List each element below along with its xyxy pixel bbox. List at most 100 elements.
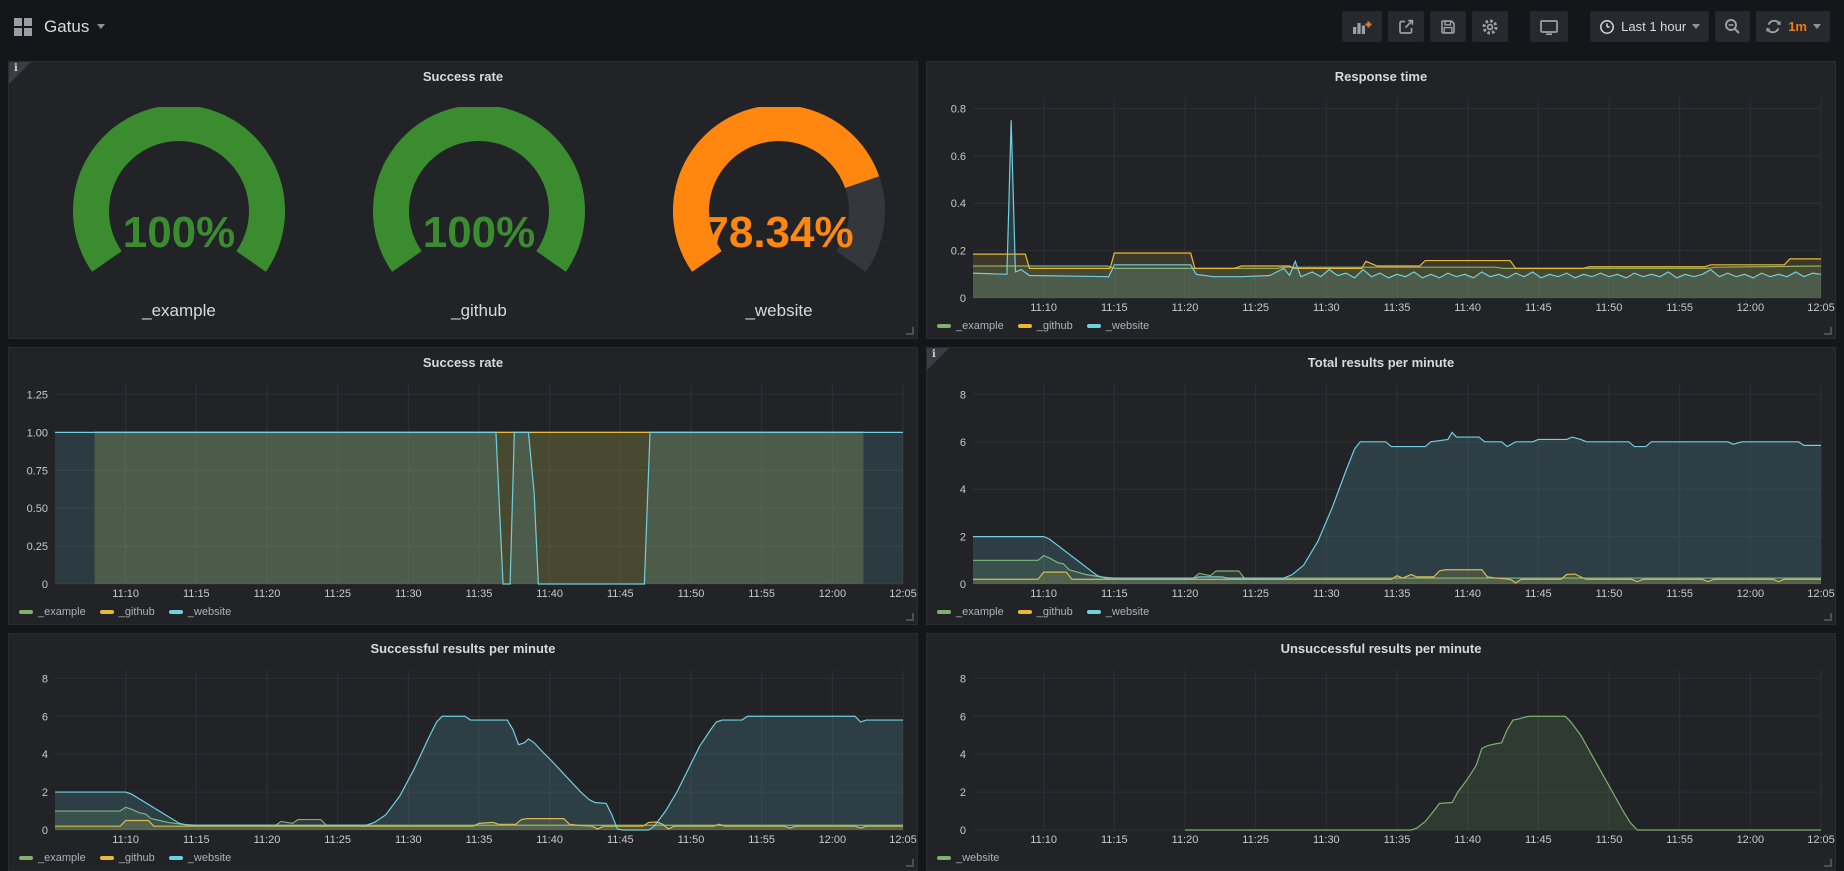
plot-area: 11:1011:1511:2011:2511:3011:3511:4011:45… (9, 662, 917, 848)
panel-title[interactable]: Unsuccessful results per minute (927, 634, 1835, 662)
plot-area: 11:1011:1511:2011:2511:3011:3511:4011:45… (927, 662, 1835, 848)
svg-text:2: 2 (960, 532, 966, 544)
response-time-chart[interactable]: 11:1011:1511:2011:2511:3011:3511:4011:45… (927, 90, 1835, 338)
zoom-out-button[interactable] (1715, 11, 1750, 42)
svg-text:1.00: 1.00 (27, 427, 48, 439)
share-button[interactable] (1388, 11, 1424, 42)
dashboards-menu-icon[interactable] (14, 18, 32, 36)
panel-successful-results: Successful results per minute 11:1011:15… (8, 633, 918, 871)
svg-text:0.75: 0.75 (27, 465, 48, 477)
svg-text:11:30: 11:30 (1313, 302, 1340, 314)
resize-handle-icon[interactable] (906, 327, 914, 335)
time-range-button[interactable]: Last 1 hour (1590, 11, 1709, 42)
chart-legend: _example _github _website (937, 602, 1149, 622)
grid-square (24, 28, 32, 36)
chart-legend: _example _github _website (937, 316, 1149, 336)
legend-swatch (1087, 324, 1101, 328)
svg-text:8: 8 (960, 673, 966, 685)
svg-text:12:05: 12:05 (1807, 302, 1835, 314)
panel-title[interactable]: Total results per minute (927, 348, 1835, 376)
resize-handle-icon[interactable] (906, 859, 914, 867)
svg-text:11:15: 11:15 (1101, 588, 1128, 600)
total-results-chart[interactable]: 11:1011:1511:2011:2511:3011:3511:4011:45… (927, 376, 1835, 624)
svg-text:11:15: 11:15 (1101, 834, 1128, 846)
gauge-_github: 100%_github (329, 107, 629, 321)
legend-swatch (937, 324, 951, 328)
svg-text:11:45: 11:45 (607, 588, 634, 600)
panel-success-rate-timeseries: Success rate 11:1011:1511:2011:2511:3011… (8, 347, 918, 625)
legend-swatch (937, 610, 951, 614)
svg-text:11:50: 11:50 (678, 588, 705, 600)
legend-label: _github (119, 606, 155, 618)
svg-text:11:45: 11:45 (1525, 834, 1552, 846)
legend-item-_example[interactable]: _example (937, 606, 1004, 618)
svg-text:0.6: 0.6 (951, 151, 966, 163)
legend-label: _example (956, 606, 1004, 618)
legend-item-_website[interactable]: _website (1087, 606, 1149, 618)
svg-text:11:35: 11:35 (466, 834, 493, 846)
panel-title[interactable]: Success rate (9, 348, 917, 376)
legend-item-_website[interactable]: _website (169, 852, 231, 864)
legend-label: _github (119, 852, 155, 864)
legend-item-_github[interactable]: _github (1018, 320, 1073, 332)
legend-item-_website[interactable]: _website (937, 852, 999, 864)
unsuccessful-results-chart[interactable]: 11:1011:1511:2011:2511:3011:3511:4011:45… (927, 662, 1835, 870)
svg-text:11:25: 11:25 (1242, 588, 1269, 600)
panel-title[interactable]: Response time (927, 62, 1835, 90)
legend-item-_example[interactable]: _example (19, 852, 86, 864)
dashboard-grid: i Success rate 100% _example 100%_github78… (0, 53, 1844, 871)
svg-text:4: 4 (42, 749, 48, 761)
svg-text:11:30: 11:30 (395, 588, 422, 600)
legend-item-_example[interactable]: _example (19, 606, 86, 618)
panel-title[interactable]: Success rate (9, 62, 917, 90)
svg-text:12:00: 12:00 (1737, 302, 1765, 314)
settings-button[interactable] (1472, 11, 1508, 42)
svg-text:0: 0 (960, 579, 966, 591)
gauge-arc: 100% (329, 107, 629, 299)
time-range-label: Last 1 hour (1621, 19, 1686, 34)
svg-text:11:15: 11:15 (1101, 302, 1128, 314)
resize-handle-icon[interactable] (1824, 327, 1832, 335)
svg-text:12:00: 12:00 (1737, 588, 1765, 600)
svg-text:6: 6 (42, 711, 48, 723)
svg-text:11:15: 11:15 (183, 588, 210, 600)
svg-text:11:40: 11:40 (536, 588, 563, 600)
legend-item-_website[interactable]: _website (1087, 320, 1149, 332)
svg-text:11:10: 11:10 (112, 834, 139, 846)
svg-text:11:10: 11:10 (1030, 834, 1057, 846)
panel-title[interactable]: Successful results per minute (9, 634, 917, 662)
dashboard-title-dropdown[interactable]: Gatus (44, 17, 105, 37)
panel-total-results: i Total results per minute 11:1011:1511:… (926, 347, 1836, 625)
tv-mode-button[interactable] (1530, 11, 1568, 42)
svg-text:0.2: 0.2 (951, 246, 966, 258)
legend-swatch (169, 856, 183, 860)
legend-item-_github[interactable]: _github (100, 852, 155, 864)
svg-text:11:25: 11:25 (324, 588, 351, 600)
successful-results-chart[interactable]: 11:1011:1511:2011:2511:3011:3511:4011:45… (9, 662, 917, 870)
panel-unsuccessful-results: Unsuccessful results per minute 11:10 11:… (926, 633, 1836, 871)
chevron-down-icon (1692, 24, 1700, 29)
resize-handle-icon[interactable] (906, 613, 914, 621)
svg-text:0: 0 (42, 825, 48, 837)
legend-item-_website[interactable]: _website (169, 606, 231, 618)
refresh-button[interactable]: 1m (1756, 11, 1830, 42)
panel-response-time: Response time 11:1011:1511:2011:2511:301… (926, 61, 1836, 339)
legend-swatch (100, 856, 114, 860)
add-panel-button[interactable] (1342, 11, 1382, 42)
svg-text:8: 8 (42, 673, 48, 685)
legend-item-_github[interactable]: _github (100, 606, 155, 618)
svg-text:11:35: 11:35 (1384, 302, 1411, 314)
gauge-arc: 78.34% (629, 107, 917, 299)
success-rate-chart[interactable]: 11:1011:1511:2011:2511:3011:3511:4011:45… (9, 376, 917, 624)
svg-text:1.25: 1.25 (27, 389, 48, 401)
svg-text:0.50: 0.50 (27, 503, 48, 515)
legend-item-_github[interactable]: _github (1018, 606, 1073, 618)
panel-info-icon[interactable]: i (9, 62, 31, 84)
resize-handle-icon[interactable] (1824, 613, 1832, 621)
legend-item-_example[interactable]: _example (937, 320, 1004, 332)
legend-label: _website (1106, 606, 1149, 618)
resize-handle-icon[interactable] (1824, 859, 1832, 867)
save-button[interactable] (1430, 11, 1466, 42)
plot-area: 11:1011:1511:2011:2511:3011:3511:4011:45… (927, 376, 1835, 602)
panel-info-icon[interactable]: i (927, 348, 949, 370)
